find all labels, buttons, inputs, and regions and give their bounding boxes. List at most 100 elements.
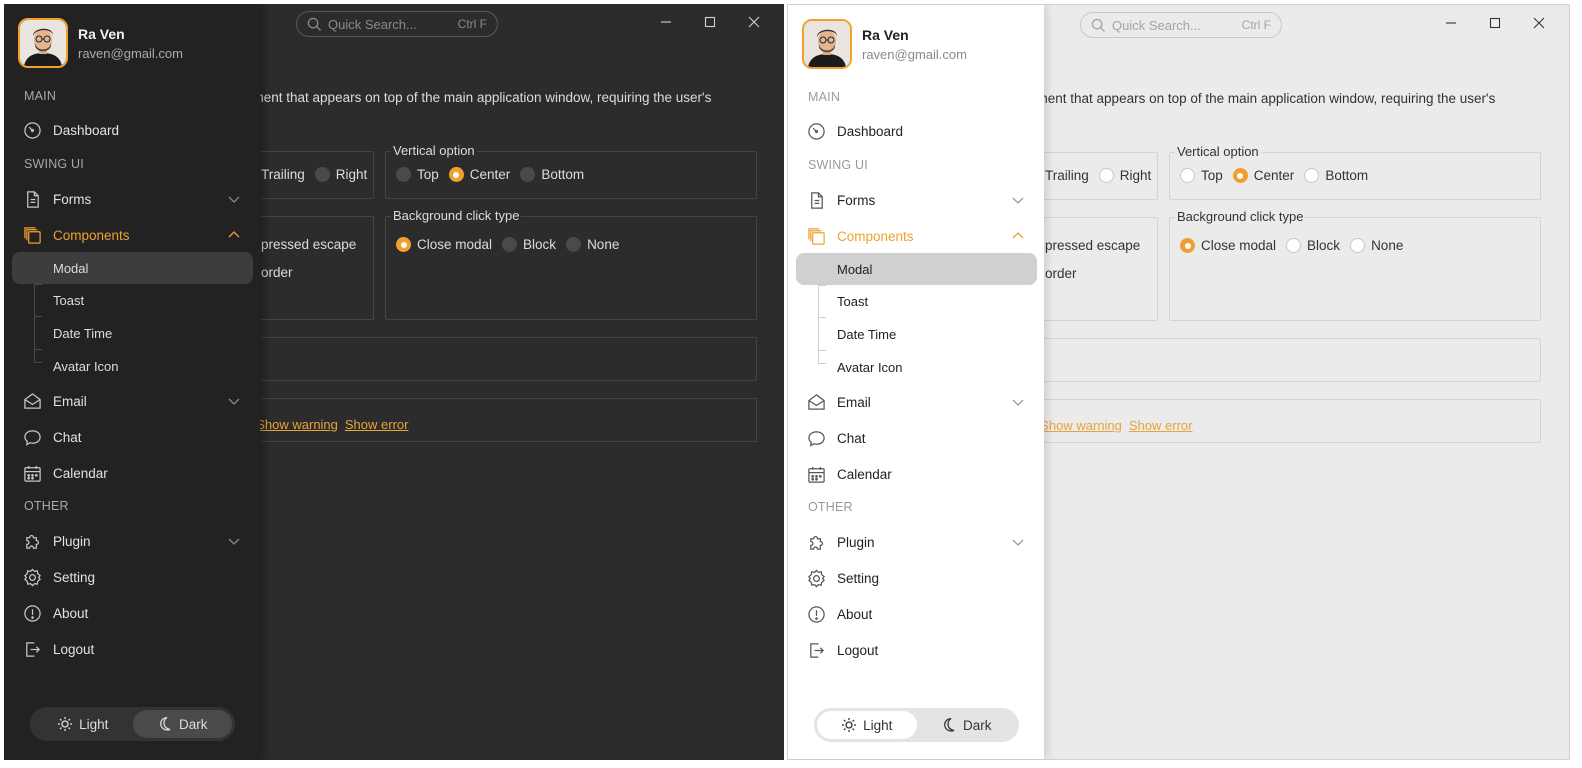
- radio-block-label[interactable]: Block: [1307, 238, 1340, 253]
- radio-close-modal-label[interactable]: Close modal: [417, 237, 492, 252]
- radio-right[interactable]: [1098, 168, 1114, 183]
- minimize-icon: [1446, 22, 1456, 24]
- avatar[interactable]: [802, 19, 852, 69]
- theme-dark-button[interactable]: Dark: [132, 710, 232, 738]
- menu-item-chat[interactable]: Chat: [796, 423, 1036, 453]
- submenu-item-modal[interactable]: Modal: [796, 253, 1037, 285]
- menu-item-email[interactable]: Email: [12, 386, 252, 416]
- border-checkbox-label[interactable]: order: [261, 265, 293, 280]
- radio-center-label[interactable]: Center: [470, 167, 511, 182]
- section-swing-ui: SWING UI: [24, 157, 84, 171]
- close-button[interactable]: [1517, 11, 1561, 35]
- menu-item-calendar-label: Calendar: [53, 465, 108, 481]
- gear-icon: [807, 569, 825, 587]
- submenu-item-toast[interactable]: Toast: [12, 284, 253, 316]
- chevron-down-icon: [228, 196, 240, 203]
- menu-item-plugin-label: Plugin: [837, 534, 875, 550]
- radio-bottom[interactable]: [520, 167, 536, 182]
- radio-none[interactable]: [566, 237, 582, 252]
- mail-icon: [807, 393, 825, 410]
- menu-item-email[interactable]: Email: [796, 387, 1036, 417]
- menu-item-dashboard[interactable]: Dashboard: [796, 116, 1036, 146]
- document-icon: [26, 190, 39, 208]
- radio-close-modal[interactable]: [396, 237, 411, 252]
- minimize-button[interactable]: [644, 10, 688, 34]
- radio-center[interactable]: [1232, 168, 1248, 183]
- radio-right-label[interactable]: Right: [336, 167, 368, 182]
- radio-top[interactable]: [396, 167, 411, 182]
- radio-block[interactable]: [502, 237, 518, 252]
- menu-item-setting[interactable]: Setting: [12, 562, 252, 592]
- menu-item-logout[interactable]: Logout: [12, 634, 252, 664]
- radio-bottom[interactable]: [1304, 168, 1320, 183]
- menu-item-about-label: About: [837, 606, 873, 622]
- radio-right[interactable]: [314, 167, 330, 182]
- escape-checkbox-label[interactable]: pressed escape: [1045, 238, 1140, 253]
- radio-close-modal[interactable]: [1180, 238, 1195, 253]
- submenu-item-avatar-icon[interactable]: Avatar Icon: [12, 350, 253, 382]
- radio-top-label[interactable]: Top: [1201, 168, 1223, 183]
- menu-item-forms-label: Forms: [53, 191, 92, 207]
- theme-light-button[interactable]: Light: [817, 711, 917, 739]
- menu-item-components[interactable]: Components: [796, 221, 1036, 251]
- menu-item-logout[interactable]: Logout: [796, 635, 1036, 665]
- menu-item-calendar[interactable]: Calendar: [796, 459, 1036, 489]
- minimize-button[interactable]: [1429, 11, 1473, 35]
- radio-trailing-label[interactable]: Trailing: [261, 167, 305, 182]
- close-button[interactable]: [732, 10, 776, 34]
- submenu-item-avatar-icon[interactable]: Avatar Icon: [796, 351, 1037, 383]
- radio-top-label[interactable]: Top: [417, 167, 439, 182]
- show-warning-link[interactable]: Show warning: [256, 417, 338, 432]
- submenu-item-modal[interactable]: Modal: [12, 252, 253, 284]
- show-warning-link[interactable]: Show warning: [1040, 418, 1122, 433]
- maximize-button[interactable]: [1473, 11, 1517, 35]
- quick-search-input[interactable]: Quick Search... Ctrl F: [296, 11, 498, 37]
- submenu-item-date-time[interactable]: Date Time: [12, 317, 253, 349]
- radio-none[interactable]: [1350, 238, 1366, 253]
- radio-center-label[interactable]: Center: [1254, 168, 1295, 183]
- show-error-link[interactable]: Show error: [345, 417, 409, 432]
- radio-block[interactable]: [1286, 238, 1302, 253]
- menu-item-forms[interactable]: Forms: [796, 185, 1036, 215]
- logout-icon: [809, 642, 824, 658]
- show-error-link[interactable]: Show error: [1129, 418, 1193, 433]
- radio-close-modal-label[interactable]: Close modal: [1201, 238, 1276, 253]
- menu-item-about[interactable]: About: [796, 599, 1036, 629]
- radio-bottom-label[interactable]: Bottom: [1325, 168, 1368, 183]
- radio-none-label[interactable]: None: [587, 237, 619, 252]
- maximize-button[interactable]: [688, 10, 732, 34]
- menu-item-calendar[interactable]: Calendar: [12, 458, 252, 488]
- menu-item-plugin[interactable]: Plugin: [12, 526, 252, 556]
- menu-item-about[interactable]: About: [12, 598, 252, 628]
- radio-top[interactable]: [1180, 168, 1195, 183]
- menu-item-forms[interactable]: Forms: [12, 184, 252, 214]
- menu-item-about-label: About: [53, 605, 89, 621]
- mail-icon: [23, 392, 41, 409]
- modal-preview-panel: [234, 337, 757, 381]
- chat-icon: [807, 430, 825, 447]
- submenu-item-toast[interactable]: Toast: [796, 285, 1037, 317]
- radio-right-label[interactable]: Right: [1120, 168, 1152, 183]
- theme-dark-button[interactable]: Dark: [917, 711, 1017, 739]
- menu-item-setting[interactable]: Setting: [796, 563, 1036, 593]
- chevron-up-icon: [228, 231, 240, 238]
- chevron-down-icon: [228, 398, 240, 405]
- radio-trailing-label[interactable]: Trailing: [1045, 168, 1089, 183]
- menu-item-components[interactable]: Components: [12, 220, 252, 250]
- radio-block-label[interactable]: Block: [523, 237, 556, 252]
- menu-item-plugin[interactable]: Plugin: [796, 527, 1036, 557]
- radio-bottom-label[interactable]: Bottom: [541, 167, 584, 182]
- maximize-icon: [704, 16, 716, 28]
- theme-light-button[interactable]: Light: [33, 710, 133, 738]
- escape-checkbox-label[interactable]: pressed escape: [261, 237, 356, 252]
- menu-item-dashboard[interactable]: Dashboard: [12, 115, 252, 145]
- radio-none-label[interactable]: None: [1371, 238, 1403, 253]
- border-checkbox-label[interactable]: order: [1045, 266, 1077, 281]
- radio-center[interactable]: [448, 167, 464, 182]
- submenu-item-date-time[interactable]: Date Time: [796, 318, 1037, 350]
- navigation-drawer: Ra Ven raven@gmail.com MAIN Dashboard SW…: [788, 5, 1044, 759]
- avatar[interactable]: [18, 18, 68, 68]
- menu-item-chat[interactable]: Chat: [12, 422, 252, 452]
- quick-search-input[interactable]: Quick Search... Ctrl F: [1080, 12, 1282, 38]
- menu-item-logout-label: Logout: [53, 641, 95, 657]
